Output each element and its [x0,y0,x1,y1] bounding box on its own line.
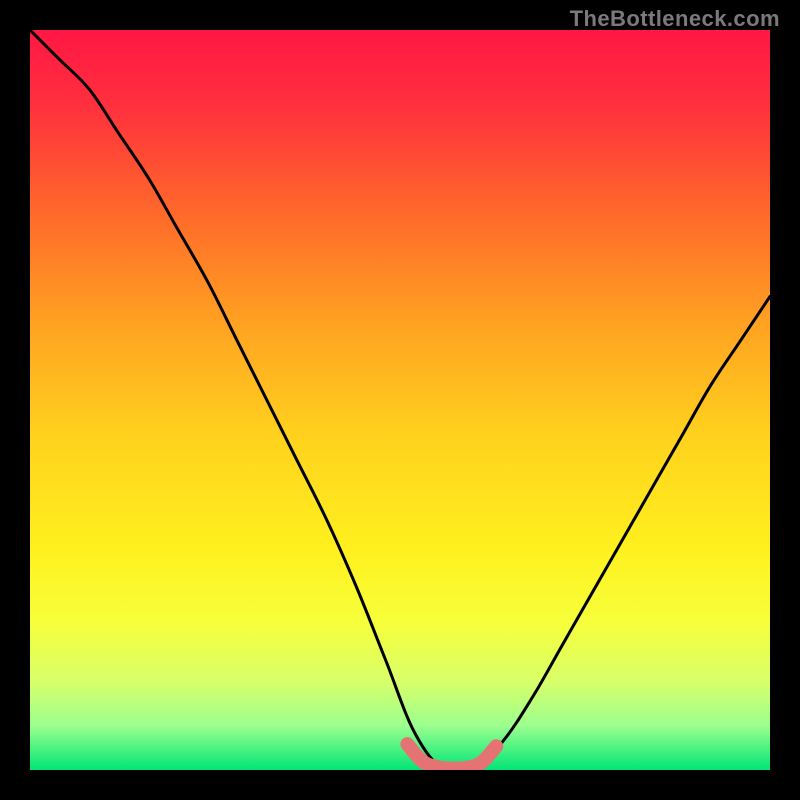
bottleneck-curve [30,30,770,770]
outer-frame: TheBottleneck.com [0,0,800,800]
watermark-text: TheBottleneck.com [570,6,780,32]
optimal-marker [407,744,496,769]
plot-area [30,30,770,770]
curve-layer [30,30,770,770]
